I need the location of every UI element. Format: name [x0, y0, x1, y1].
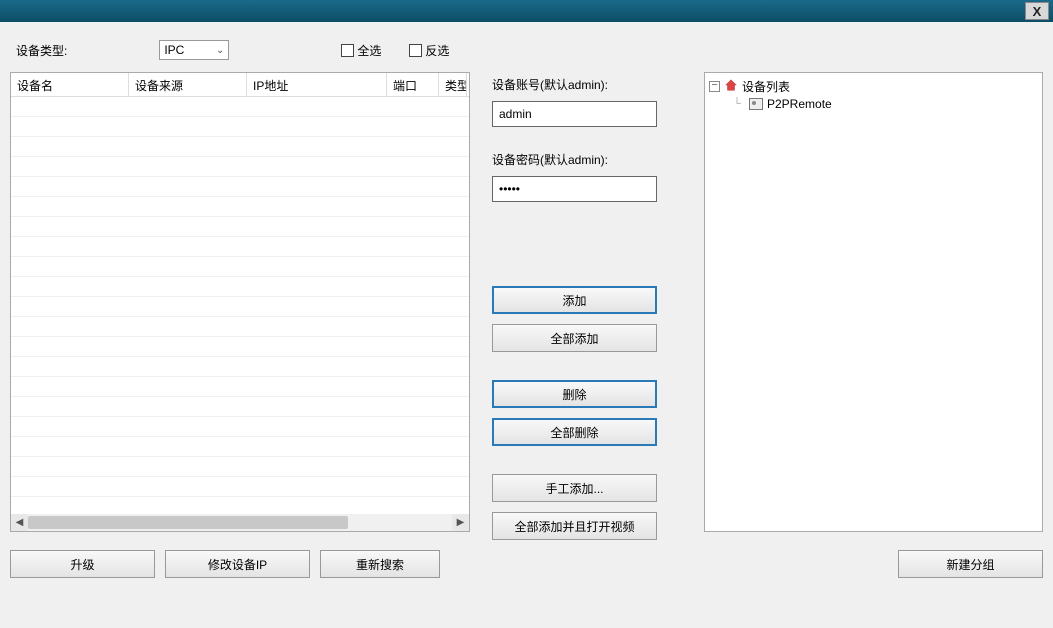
tree-branch-icon: └	[729, 98, 745, 110]
scroll-track[interactable]	[28, 514, 452, 531]
table-row	[11, 157, 469, 177]
select-all-checkbox[interactable]	[341, 44, 354, 57]
table-row	[11, 297, 469, 317]
table-row	[11, 437, 469, 457]
invert-select-checkbox[interactable]	[409, 44, 422, 57]
device-type-dropdown[interactable]: IPC ⌄	[159, 40, 229, 60]
manual-add-button[interactable]: 手工添加...	[492, 474, 657, 502]
scroll-thumb[interactable]	[28, 516, 348, 529]
horizontal-scrollbar[interactable]: ◀ ▶	[11, 514, 469, 531]
delete-all-button[interactable]: 全部删除	[492, 418, 657, 446]
left-column: 设备名 设备来源 IP地址 端口 类型	[10, 72, 470, 578]
table-body	[11, 97, 469, 512]
table-row	[11, 337, 469, 357]
main-columns: 设备名 设备来源 IP地址 端口 类型	[10, 72, 1043, 578]
research-button[interactable]: 重新搜索	[320, 550, 440, 578]
tree-collapse-icon[interactable]: −	[709, 81, 720, 92]
col-port[interactable]: 端口	[387, 73, 439, 96]
col-device-name[interactable]: 设备名	[11, 73, 129, 96]
tree-root-label: 设备列表	[742, 78, 790, 95]
device-tree: − 设备列表 └ P2PRemote	[704, 72, 1043, 532]
invert-select-label: 反选	[425, 42, 449, 59]
table-row	[11, 477, 469, 497]
home-icon	[724, 78, 738, 95]
col-ip-address[interactable]: IP地址	[247, 73, 387, 96]
tree-root[interactable]: − 设备列表	[709, 77, 1038, 95]
table-row	[11, 277, 469, 297]
table-row	[11, 137, 469, 157]
left-bottom-buttons: 升级 修改设备IP 重新搜索	[10, 550, 470, 578]
middle-column: 设备账号(默认admin): 设备密码(默认admin): 添加 全部添加 删除…	[492, 72, 682, 578]
new-group-button[interactable]: 新建分组	[898, 550, 1043, 578]
right-bottom-buttons: 新建分组	[704, 550, 1043, 578]
add-all-open-button[interactable]: 全部添加并且打开视频	[492, 512, 657, 540]
add-button[interactable]: 添加	[492, 286, 657, 314]
account-label: 设备账号(默认admin):	[492, 76, 682, 93]
add-all-button[interactable]: 全部添加	[492, 324, 657, 352]
upgrade-button[interactable]: 升级	[10, 550, 155, 578]
right-column: − 设备列表 └ P2PRemote 新建分组	[704, 72, 1043, 578]
account-input[interactable]	[492, 101, 657, 127]
table-row	[11, 197, 469, 217]
table-row	[11, 417, 469, 437]
top-controls: 设备类型: IPC ⌄ 全选 反选	[16, 40, 1043, 60]
scroll-right-icon[interactable]: ▶	[452, 514, 469, 531]
select-all-group: 全选 反选	[341, 42, 449, 59]
table-header: 设备名 设备来源 IP地址 端口 类型	[11, 73, 469, 97]
col-type[interactable]: 类型	[439, 73, 467, 96]
table-row	[11, 317, 469, 337]
device-type-label: 设备类型:	[16, 42, 67, 59]
tree-child-label: P2PRemote	[767, 97, 832, 111]
chevron-down-icon: ⌄	[216, 45, 224, 56]
table-row	[11, 397, 469, 417]
password-label: 设备密码(默认admin):	[492, 151, 682, 168]
modify-ip-button[interactable]: 修改设备IP	[165, 550, 310, 578]
window-close-button[interactable]: X	[1025, 2, 1049, 20]
table-row	[11, 457, 469, 477]
device-type-value: IPC	[164, 43, 184, 57]
tree-child[interactable]: └ P2PRemote	[709, 95, 1038, 113]
device-table: 设备名 设备来源 IP地址 端口 类型	[10, 72, 470, 532]
table-row	[11, 217, 469, 237]
title-bar: X	[0, 0, 1053, 22]
delete-button[interactable]: 删除	[492, 380, 657, 408]
table-row	[11, 257, 469, 277]
table-row	[11, 97, 469, 117]
table-row	[11, 357, 469, 377]
password-input[interactable]	[492, 176, 657, 202]
table-row	[11, 177, 469, 197]
table-row	[11, 377, 469, 397]
table-row	[11, 117, 469, 137]
table-row	[11, 237, 469, 257]
col-device-source[interactable]: 设备来源	[129, 73, 247, 96]
device-icon	[749, 98, 763, 110]
scroll-left-icon[interactable]: ◀	[11, 514, 28, 531]
main-content: 设备类型: IPC ⌄ 全选 反选 设备名 设备来源 IP地址 端口 类型	[0, 22, 1053, 628]
select-all-label: 全选	[357, 42, 381, 59]
close-icon: X	[1033, 4, 1042, 19]
